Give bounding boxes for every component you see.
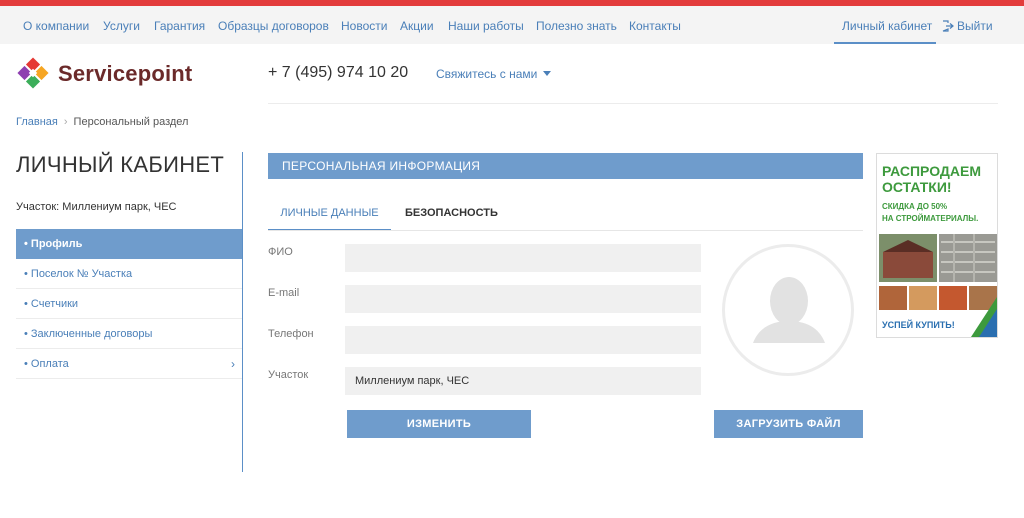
nav-link-contacts[interactable]: Контакты <box>629 19 681 33</box>
sidebar-item-settlement-plot[interactable]: • Поселок № Участка <box>16 259 243 289</box>
sidebar-item-meters[interactable]: • Счетчики <box>16 289 243 319</box>
fio-label: ФИО <box>268 246 293 258</box>
nav-link-news[interactable]: Новости <box>341 19 387 33</box>
nav-link-contract-samples[interactable]: Образцы договоров <box>218 19 329 33</box>
plot-info: Участок: Миллениум парк, ЧЕС <box>16 201 177 213</box>
brand-name: Servicepoint <box>58 61 193 86</box>
tab-security[interactable]: БЕЗОПАСНОСТЬ <box>405 207 498 219</box>
plot-field[interactable] <box>345 367 701 395</box>
plot-label: Участок <box>268 369 309 381</box>
section-title: ПЕРСОНАЛЬНАЯ ИНФОРМАЦИЯ <box>282 159 481 173</box>
phone-label: Телефон <box>268 328 314 340</box>
nav-link-warranty[interactable]: Гарантия <box>154 19 205 33</box>
contact-us-dropdown[interactable]: Свяжитесь с нами <box>436 67 552 81</box>
email-field[interactable] <box>345 285 701 313</box>
sidebar-item-profile[interactable]: • Профиль <box>16 229 243 259</box>
logout-label: Выйти <box>957 19 993 33</box>
arrow-right-icon <box>971 297 997 337</box>
nav-link-services[interactable]: Услуги <box>103 19 140 33</box>
nav-link-our-works[interactable]: Наши работы <box>448 19 524 33</box>
sidebar-menu: • Профиль • Поселок № Участка • Счетчики… <box>16 229 243 379</box>
nav-link-useful[interactable]: Полезно знать <box>536 19 617 33</box>
banner-title: РАСПРОДАЕМ ОСТАТКИ! <box>882 163 981 195</box>
change-button[interactable]: ИЗМЕНИТЬ <box>347 410 531 438</box>
tabs-divider <box>268 230 863 231</box>
banner-title-line1: РАСПРОДАЕМ <box>882 163 981 179</box>
chevron-right-icon: › <box>231 357 235 371</box>
fio-field[interactable] <box>345 244 701 272</box>
contact-us-label: Свяжитесь с нами <box>436 67 538 81</box>
banner-sub-line2: НА СТРОЙМАТЕРИАЛЫ. <box>882 214 979 223</box>
logo-mark-icon <box>17 57 49 89</box>
sidebar-divider <box>242 152 243 472</box>
phone-field[interactable] <box>345 326 701 354</box>
banner-subtitle: СКИДКА ДО 50% НА СТРОЙМАТЕРИАЛЫ. <box>882 201 978 225</box>
banner-title-line2: ОСТАТКИ! <box>882 179 952 195</box>
banner-sub-line1: СКИДКА ДО 50% <box>882 202 948 211</box>
breadcrumb-current: Персональный раздел <box>73 116 189 128</box>
breadcrumb-separator-icon: › <box>63 116 68 128</box>
avatar[interactable] <box>722 244 854 376</box>
logout-icon <box>942 20 954 32</box>
personal-cabinet-label: Личный кабинет <box>842 19 933 33</box>
chevron-down-icon <box>543 71 552 76</box>
nav-link-personal-cabinet[interactable]: Личный кабинет <box>834 6 936 44</box>
tab-personal-data[interactable]: ЛИЧНЫЕ ДАННЫЕ <box>268 207 391 231</box>
email-label: E-mail <box>268 287 300 299</box>
breadcrumb: Главная › Персональный раздел <box>16 116 188 128</box>
user-placeholder-icon <box>753 277 825 343</box>
page-title: ЛИЧНЫЙ КАБИНЕТ <box>16 152 225 177</box>
upload-file-button[interactable]: ЗАГРУЗИТЬ ФАЙЛ <box>714 410 863 438</box>
banner-cta: УСПЕЙ КУПИТЬ! <box>882 320 955 330</box>
sidebar-item-contracts[interactable]: • Заключенные договоры <box>16 319 243 349</box>
breadcrumb-home[interactable]: Главная <box>16 116 58 128</box>
nav-link-about[interactable]: О компании <box>23 19 89 33</box>
phone-number: + 7 (495) 974 10 20 <box>268 64 409 81</box>
nav-link-promotions[interactable]: Акции <box>400 19 434 33</box>
sidebar-item-payment-label: • Оплата <box>24 358 69 370</box>
sidebar-item-payment[interactable]: • Оплата › <box>16 349 243 379</box>
section-header: ПЕРСОНАЛЬНАЯ ИНФОРМАЦИЯ <box>268 153 863 179</box>
promo-banner[interactable]: РАСПРОДАЕМ ОСТАТКИ! СКИДКА ДО 50% НА СТР… <box>876 153 998 338</box>
header-divider <box>268 103 998 104</box>
logout-link[interactable]: Выйти <box>942 19 993 33</box>
